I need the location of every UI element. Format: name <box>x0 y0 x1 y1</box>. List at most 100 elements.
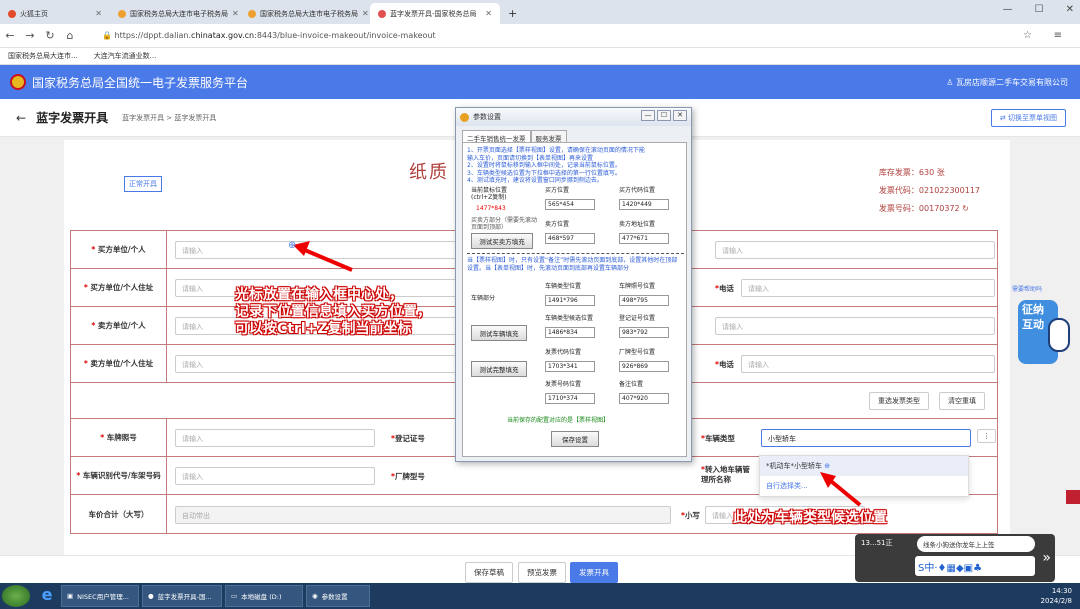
test-vehicle-button[interactable]: 测试车辆填充 <box>471 325 527 341</box>
vtype-input[interactable]: 1491*796 <box>545 295 595 306</box>
buyer-pos-input[interactable]: 565*454 <box>545 199 595 210</box>
inv-no-input[interactable]: 1710*374 <box>545 393 595 404</box>
chat-popup[interactable]: 13...51正 线条小狗送你龙年上上签 S中·♦▦◆▣♣ » <box>855 534 1055 582</box>
dropdown-option[interactable]: *机动车*小型轿车 ⊕ <box>760 456 968 476</box>
required-mark: * <box>91 245 96 254</box>
plate-input[interactable]: 请输入 <box>175 429 375 447</box>
new-tab-button[interactable]: + <box>500 3 525 24</box>
preview-button[interactable]: 预览发票 <box>518 562 566 583</box>
brand-pos-input[interactable]: 926*869 <box>619 361 669 372</box>
required-mark: * <box>76 471 81 480</box>
taskbar-item[interactable]: ◉ 参数设置 <box>306 585 370 607</box>
expand-icon[interactable]: » <box>1042 550 1051 566</box>
buyer-pos-label: 买方位置 <box>545 187 570 194</box>
start-button[interactable] <box>2 585 30 607</box>
assistant-float[interactable]: 需要帮助吗 征纳互动 <box>1012 286 1072 370</box>
refresh-icon[interactable]: ↻ <box>962 204 969 213</box>
save-settings-button[interactable]: 保存设置 <box>551 431 599 447</box>
taskbar-item[interactable]: ● 蓝字发票开具-国... <box>142 585 222 607</box>
close-window-icon[interactable]: ✕ <box>1066 4 1074 15</box>
vehicle-section-label: 车辆部分 <box>471 295 496 302</box>
instruction-line: 2、设置时将鼠标移到输入框中间处，记录当前鼠标位置。 <box>467 162 621 169</box>
ime-toolbar[interactable]: S中·♦▦◆▣♣ <box>915 556 1035 576</box>
buyer-code-input[interactable]: 请输入 <box>715 241 995 259</box>
tab-close-icon[interactable]: ✕ <box>95 9 102 18</box>
cursor-hint: (ctrl+Z复制) <box>471 194 507 201</box>
browser-toolbar: ← → ↻ ⌂ 🔒 https://dppt.dalian.chinatax.g… <box>0 24 1080 48</box>
address-bar[interactable]: 🔒 https://dppt.dalian.chinatax.gov.cn:84… <box>102 31 436 40</box>
reload-icon[interactable]: ↻ <box>40 29 60 42</box>
drive-icon: ▭ <box>231 592 238 600</box>
browser-tab[interactable]: 国家税务总局大连市电子税务局 ✕ <box>110 3 240 24</box>
vin-input[interactable]: 请输入 <box>175 467 375 485</box>
brand-pos-label: 厂牌型号位置 <box>619 349 656 356</box>
menu-icon[interactable]: ≡ <box>1054 30 1062 41</box>
plate-pos-input[interactable]: 498*795 <box>619 295 669 306</box>
home-icon[interactable]: ⌂ <box>60 29 80 42</box>
dialog-maximize-icon[interactable]: ☐ <box>657 110 671 121</box>
browser-tab[interactable]: 国家税务总局大连市电子税务局 ✕ <box>240 3 370 24</box>
vin-label: * 车辆识别代号/车架号码 <box>71 457 167 494</box>
forward-icon[interactable]: → <box>20 29 40 42</box>
maximize-icon[interactable]: ☐ <box>1035 4 1044 15</box>
taskbar-label: 参数设置 <box>321 593 348 601</box>
tab-close-icon[interactable]: ✕ <box>485 9 492 18</box>
seller-address-label: * 卖方单位/个人住址 <box>71 345 167 382</box>
taskbar-item[interactable]: ▭ 本地磁盘 (D:) <box>225 585 303 607</box>
user-name[interactable]: ♙ 瓦房店顺源二手车交易有限公司 <box>946 77 1068 88</box>
minimize-icon[interactable]: — <box>1003 4 1013 15</box>
issue-invoice-button[interactable]: 发票开具 <box>570 562 618 583</box>
clear-button[interactable]: 清空重填 <box>939 392 985 410</box>
tab-label: 国家税务总局大连市电子税务局 <box>260 9 358 18</box>
remark-input[interactable]: 407*920 <box>619 393 669 404</box>
dialog-close-icon[interactable]: ✕ <box>673 110 687 121</box>
ie-icon[interactable]: e <box>36 585 58 607</box>
vin-label-text: 车辆识别代号/车架号码 <box>82 471 161 480</box>
back-icon[interactable]: ← <box>0 29 20 42</box>
invoice-code: 发票代码：021022300117 <box>878 186 980 195</box>
side-tab[interactable] <box>1066 490 1080 504</box>
remark-label: 备注位置 <box>619 381 644 388</box>
taskbar-item[interactable]: ▣ NISEC用户管理... <box>61 585 139 607</box>
vtype-cand-input[interactable]: 1486*834 <box>545 327 595 338</box>
tab-close-icon[interactable]: ✕ <box>362 9 369 18</box>
test-buyer-seller-button[interactable]: 测试买卖方填充 <box>471 233 533 249</box>
bookmark-item[interactable]: 国家税务总局大连市... <box>8 51 78 61</box>
more-options-icon[interactable]: ⋮ <box>977 429 996 443</box>
seller-code-input[interactable]: 请输入 <box>715 317 995 335</box>
clock-time: 14:30 <box>1051 587 1072 595</box>
browser-tab[interactable]: 火狐主页 ✕ <box>0 3 110 24</box>
buyer-code-input[interactable]: 1420*449 <box>619 199 669 210</box>
reg-pos-input[interactable]: 983*792 <box>619 327 669 338</box>
reselect-type-button[interactable]: 重选发票类型 <box>869 392 929 410</box>
brand-label: *厂牌型号 <box>391 471 425 482</box>
star-icon[interactable]: ☆ <box>1023 30 1032 41</box>
windows-taskbar: e ▣ NISEC用户管理... ● 蓝字发票开具-国... ▭ 本地磁盘 (D:) … <box>0 583 1080 609</box>
switch-view-button[interactable]: ⇄ 切换至票单视图 <box>990 109 1066 127</box>
back-arrow-icon[interactable]: ← <box>16 111 26 125</box>
cursor-position-label: 当前鼠标位置 (ctrl+Z复制) <box>471 187 507 201</box>
clock[interactable]: 14:30 2024/2/8 <box>1041 586 1072 606</box>
save-draft-button[interactable]: 保存草稿 <box>465 562 513 583</box>
dialog-title: 参数设置 <box>473 113 501 121</box>
instructions: 1、开票页面选择【票样视图】设置，请确保在滚动页面的情况下能 输入车价，页面请切… <box>467 147 682 185</box>
test-full-button[interactable]: 测试完整填充 <box>471 361 527 377</box>
seller-addr-input[interactable]: 477*671 <box>619 233 669 244</box>
buyer-phone-input[interactable]: 请输入 <box>741 279 995 297</box>
seller-phone-input[interactable]: 请输入 <box>741 355 995 373</box>
seller-pos-input[interactable]: 468*597 <box>545 233 595 244</box>
tab-label: 国家税务总局大连市电子税务局 <box>130 9 228 18</box>
inv-code-input[interactable]: 1703*341 <box>545 361 595 372</box>
required-mark: * <box>83 283 88 292</box>
site-icon <box>378 9 386 18</box>
taskbar-label: 本地磁盘 (D:) <box>241 593 282 601</box>
cursor-icon: ⊕ <box>824 462 831 470</box>
bookmark-item[interactable]: 大连汽车流通业数... <box>94 51 157 61</box>
dialog-minimize-icon[interactable]: — <box>641 110 655 121</box>
small-amount-label: *小写 <box>681 510 700 521</box>
tab-close-icon[interactable]: ✕ <box>232 9 239 18</box>
plate-pos-label: 车牌照号位置 <box>619 283 656 290</box>
vehicle-type-input[interactable]: 小型轿车 <box>761 429 971 447</box>
dropdown-option-custom[interactable]: 自行选择类... <box>760 476 968 496</box>
browser-tab-active[interactable]: 蓝字发票开具-国家税务总局 ✕ <box>370 3 500 24</box>
